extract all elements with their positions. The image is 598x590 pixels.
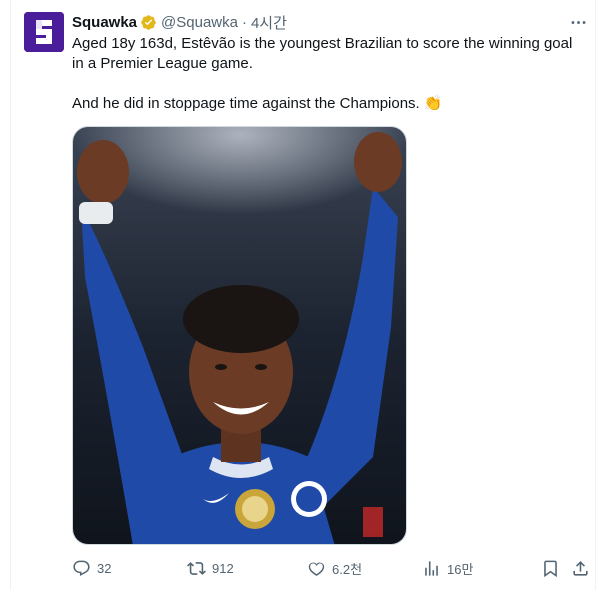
share-icon <box>573 560 588 576</box>
clapping-hands-emoji: 👏 <box>423 95 443 112</box>
like-count: 6.2천 <box>332 561 363 577</box>
share-button[interactable] <box>571 556 590 580</box>
views-count: 16만 <box>447 561 474 577</box>
squawka-logo-icon <box>24 12 64 52</box>
author-display-name[interactable]: Squawka <box>72 14 137 31</box>
bookmark-button[interactable] <box>541 556 560 580</box>
tweet-timestamp[interactable]: 4시간 <box>251 12 287 33</box>
tweet-text-line-1: Aged 18y 163d, Estêvão is the youngest B… <box>72 35 573 72</box>
tweet-photo[interactable] <box>72 126 407 545</box>
bookmark-icon <box>544 560 557 577</box>
player-celebration-photo <box>73 127 406 544</box>
separator-dot: · <box>241 13 247 31</box>
reply-icon <box>73 560 90 576</box>
tweet-header: Squawka @Squawka · 4시간 <box>72 12 287 32</box>
retweet-icon <box>187 561 206 575</box>
reply-button[interactable]: 32 <box>72 556 111 580</box>
like-button[interactable]: 6.2천 <box>307 556 362 580</box>
reply-count: 32 <box>97 560 112 576</box>
views-icon <box>425 560 438 576</box>
tweet-actions: 32 912 6.2천 16만 <box>72 556 590 580</box>
tweet-text-line-2: And he did in stoppage time against the … <box>72 94 587 114</box>
like-icon <box>308 562 325 576</box>
tweet-text: Aged 18y 163d, Estêvão is the youngest B… <box>72 34 587 114</box>
views-button[interactable]: 16만 <box>422 556 473 580</box>
retweet-button[interactable]: 912 <box>187 556 234 580</box>
avatar[interactable] <box>24 12 64 52</box>
retweet-count: 912 <box>212 560 234 576</box>
verified-badge-icon[interactable] <box>140 14 157 31</box>
tweet[interactable]: Squawka @Squawka · 4시간 Aged 18y 163d, Es… <box>0 0 598 590</box>
tweet-text-line-2-body: And he did in stoppage time against the … <box>72 95 420 112</box>
more-icon[interactable] <box>566 10 590 34</box>
author-handle[interactable]: @Squawka <box>161 14 238 31</box>
